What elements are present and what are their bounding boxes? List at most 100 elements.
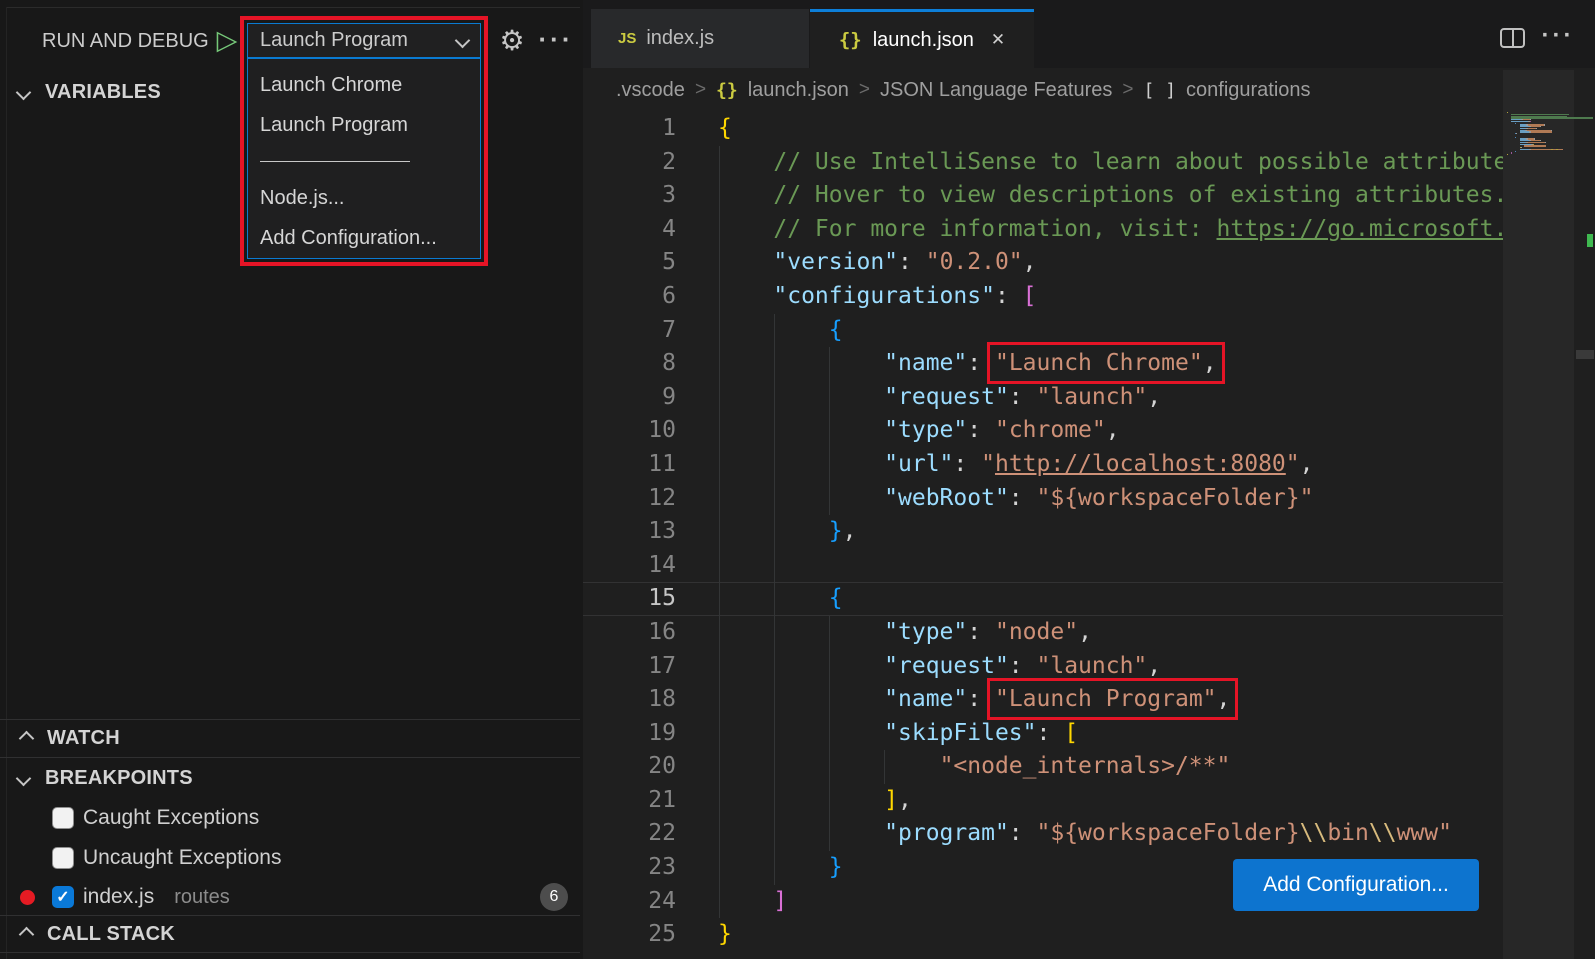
line-number: 1: [583, 112, 718, 146]
line-number: 23: [583, 851, 718, 885]
line-content: // Hover to view descriptions of existin…: [718, 179, 1503, 213]
sidebar-section-breakpoints[interactable]: BREAKPOINTS: [0, 758, 580, 798]
brackets-icon: [ ]: [1144, 80, 1177, 101]
code-editor[interactable]: 1 {2 // Use IntelliSense to learn about p…: [583, 112, 1503, 959]
breadcrumb-item[interactable]: JSON Language Features: [880, 79, 1112, 102]
line-number: 14: [583, 549, 718, 583]
line-content: "request": "launch",: [718, 650, 1161, 684]
minimap-line: [1531, 149, 1551, 150]
sidebar-section-watch[interactable]: WATCH: [0, 720, 580, 757]
breadcrumb-separator-icon: >: [859, 79, 870, 101]
tab-index.js[interactable]: JSindex.js: [591, 9, 809, 68]
code-token: [718, 485, 884, 511]
minimap-line: [1520, 131, 1529, 132]
chevron-down-icon: [16, 84, 32, 100]
split-editor-icon[interactable]: [1500, 28, 1525, 48]
breadcrumb-item[interactable]: .vscode: [616, 79, 685, 102]
gear-icon[interactable]: ⚙: [495, 24, 529, 58]
debug-config-dropdown[interactable]: Launch Program: [247, 23, 481, 58]
code-token: ,: [1300, 451, 1314, 477]
minimap-line: [1540, 126, 1541, 127]
breadcrumb-item[interactable]: launch.json: [748, 79, 849, 102]
minimap-line: [1511, 152, 1512, 153]
code-token: :: [995, 283, 1023, 309]
line-content: {: [718, 314, 843, 348]
code-token: "name": [884, 350, 967, 376]
dropdown-item[interactable]: Node.js...: [248, 178, 480, 218]
line-number: 9: [583, 381, 718, 415]
code-token: ": [981, 451, 995, 477]
scrollbar-slider[interactable]: [1576, 350, 1594, 359]
add-configuration-button[interactable]: Add Configuration...: [1233, 859, 1479, 911]
sidebar-section-call-stack[interactable]: CALL STACK: [0, 916, 580, 952]
annotation-red-box: "Launch Program",: [995, 686, 1230, 712]
minimap-line: [1511, 121, 1528, 122]
line-number: 20: [583, 750, 718, 784]
indent-guide: [829, 616, 830, 851]
line-number: 12: [583, 482, 718, 516]
code-line: 2 // Use IntelliSense to learn about pos…: [583, 146, 1503, 180]
minimap-line: [1507, 154, 1508, 155]
code-token: // For more information, visit:: [773, 216, 1216, 242]
code-token: ,: [843, 518, 857, 544]
minimap[interactable]: [1503, 70, 1574, 959]
start-debugging-button[interactable]: ▷: [212, 22, 242, 58]
code-token: [718, 653, 884, 679]
vscode-window: RUN AND DEBUG ▷ Launch Program ⚙ ··· Lau…: [0, 0, 1595, 959]
breakpoint-checkbox[interactable]: [52, 807, 74, 829]
code-token: ": [1286, 451, 1300, 477]
code-token: [718, 149, 773, 175]
line-number: 21: [583, 784, 718, 818]
line-content: {: [718, 583, 843, 615]
code-token: ,: [1023, 249, 1037, 275]
debug-config-dropdown-list: Launch ChromeLaunch Program Node.js...Add…: [247, 58, 481, 259]
code-token: "Launch Chrome": [995, 350, 1203, 376]
dropdown-separator: [260, 161, 410, 162]
line-number: 6: [583, 280, 718, 314]
tab-label: index.js: [646, 27, 714, 50]
line-content: "type": "chrome",: [718, 414, 1120, 448]
tab-launch.json[interactable]: {}launch.json✕: [810, 9, 1034, 68]
code-token: // Hover to view descriptions of existin…: [773, 182, 1503, 208]
code-token: ,: [1078, 619, 1092, 645]
chevron-down-icon: [16, 770, 32, 786]
code-token: "request": [884, 653, 1009, 679]
line-number: 19: [583, 717, 718, 751]
section-divider: [0, 952, 580, 953]
breadcrumb-item[interactable]: configurations: [1186, 79, 1311, 102]
code-token: ,: [898, 787, 912, 813]
indent-guide: [884, 750, 885, 784]
code-token: ,: [1217, 686, 1231, 712]
line-number: 15: [583, 583, 718, 615]
code-token: "launch": [1037, 653, 1148, 679]
code-token: "node": [995, 619, 1078, 645]
breakpoint-checkbox[interactable]: [52, 847, 74, 869]
code-token: "${workspaceFolder}: [1037, 820, 1300, 846]
code-token: {: [829, 585, 843, 611]
line-number: 22: [583, 817, 718, 851]
breakpoint-checkbox[interactable]: ✓: [52, 886, 74, 908]
dropdown-item[interactable]: Launch Chrome: [248, 65, 480, 105]
minimap-line: [1558, 149, 1562, 150]
code-token: [718, 820, 884, 846]
minimap-line: [1544, 124, 1545, 125]
line-number: 17: [583, 650, 718, 684]
line-number: 11: [583, 448, 718, 482]
code-token: [718, 182, 773, 208]
line-number: 7: [583, 314, 718, 348]
code-token: [718, 451, 884, 477]
dropdown-item[interactable]: Add Configuration...: [248, 218, 480, 258]
more-actions-icon[interactable]: ···: [536, 24, 576, 58]
code-token: ,: [1106, 417, 1120, 443]
code-token: "program": [884, 820, 1009, 846]
code-token: [: [1064, 720, 1078, 746]
minimap-line: [1531, 131, 1552, 132]
dropdown-item[interactable]: Launch Program: [248, 105, 480, 145]
code-line: 10 "type": "chrome",: [583, 414, 1503, 448]
overview-ruler-mark: [1587, 234, 1593, 247]
editor-more-actions-icon[interactable]: ···: [1538, 22, 1578, 54]
code-token: :: [967, 686, 995, 712]
close-icon[interactable]: ✕: [991, 30, 1005, 50]
breakpoint-dot-icon[interactable]: [20, 890, 35, 905]
line-content: ]: [718, 885, 787, 919]
